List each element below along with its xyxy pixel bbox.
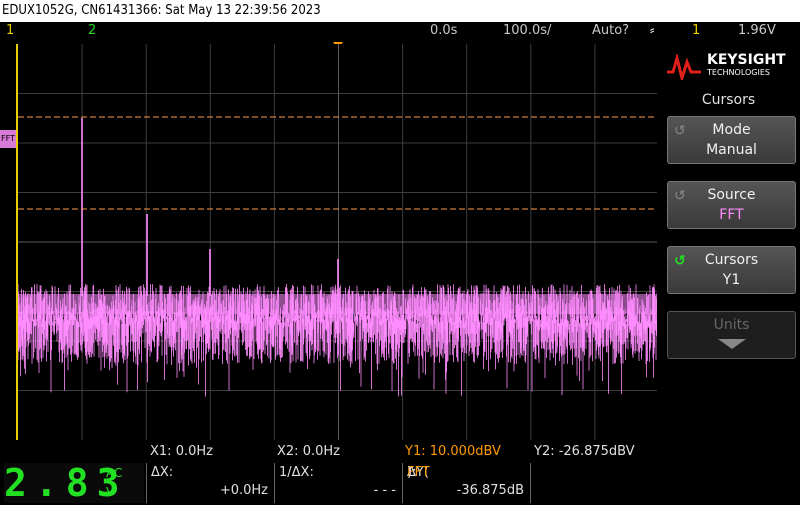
source-label: Source	[707, 187, 756, 203]
channel-1-indicator[interactable]: 1	[6, 22, 14, 40]
fft-marker-label: FFT	[1, 134, 15, 143]
keysight-wave-icon	[667, 54, 701, 80]
measurement-slot-empty	[530, 463, 657, 503]
channel-2-indicator[interactable]: 2	[88, 22, 96, 40]
source-value: FFT	[719, 207, 744, 223]
dvm-display: 2.83	[4, 463, 144, 503]
delta-x-value: +0.0Hz	[219, 483, 268, 498]
trigger-level: 1.96V	[738, 23, 776, 38]
delta-y-suffix: ):	[407, 465, 417, 480]
source-softkey[interactable]: ↺ Source FFT	[667, 181, 796, 229]
mode-softkey[interactable]: ↺ Mode Manual	[667, 116, 796, 164]
timebase: 100.0s/	[503, 23, 552, 38]
cursors-label: Cursors	[704, 252, 759, 268]
measurement-bar: 2.83 AC V ΔX: +0.0Hz 1/ΔX: - - - ΔY(FFT)…	[0, 463, 800, 503]
status-bar: 1 2 0.0s 100.0s/ Auto? ⸗ 1 1.96V	[0, 22, 800, 40]
down-arrow-icon	[718, 339, 746, 349]
x2-readout: X2: 0.0Hz	[277, 444, 340, 459]
dvm-unit: V	[106, 485, 115, 499]
edge-trigger-icon: ⸗	[650, 23, 655, 38]
y1-readout: Y1: 10.000dBV	[405, 444, 501, 459]
softkey-panel: KEYSIGHT TECHNOLOGIES Cursors ↺ Mode Man…	[657, 40, 800, 463]
inverse-delta-x-readout: 1/ΔX: - - -	[274, 463, 402, 503]
y2-readout: Y2: -26.875dBV	[534, 444, 635, 459]
fft-trace-plot	[18, 44, 659, 440]
fft-noise-band	[18, 294, 659, 314]
x1-readout: X1: 0.0Hz	[150, 444, 213, 459]
time-offset: 0.0s	[430, 23, 458, 38]
trigger-source: 1	[692, 23, 701, 38]
units-softkey[interactable]: Units	[667, 311, 796, 359]
units-label: Units	[713, 317, 750, 333]
window-title: EDUX1052G, CN61431366: Sat May 13 22:39:…	[0, 0, 800, 22]
cursor-readouts: X1: 0.0Hz X2: 0.0Hz Y1: 10.000dBV Y2: -2…	[0, 442, 657, 463]
mode-value: Manual	[706, 142, 757, 158]
delta-y-value: -36.875dB	[456, 483, 524, 498]
menu-title: Cursors	[701, 92, 756, 108]
delta-y-readout: ΔY(FFT): -36.875dB	[402, 463, 530, 503]
inverse-delta-x-label: 1/ΔX:	[279, 465, 314, 480]
waveform-display[interactable]	[16, 44, 659, 440]
trigger-mode: Auto?	[592, 23, 630, 38]
delta-x-label: ΔX:	[151, 465, 174, 480]
brand-sub: TECHNOLOGIES	[707, 68, 770, 77]
fft-channel-marker: FFT	[0, 130, 16, 148]
brand-name: KEYSIGHT	[707, 52, 786, 68]
cursors-softkey[interactable]: ↺ Cursors Y1	[667, 246, 796, 294]
cursors-value: Y1	[722, 272, 741, 288]
mode-label: Mode	[712, 122, 751, 138]
delta-x-readout: ΔX: +0.0Hz	[146, 463, 274, 503]
inverse-delta-x-value: - - -	[373, 483, 396, 498]
keysight-logo: KEYSIGHT TECHNOLOGIES	[667, 46, 797, 86]
dvm-coupling: AC	[106, 466, 123, 480]
